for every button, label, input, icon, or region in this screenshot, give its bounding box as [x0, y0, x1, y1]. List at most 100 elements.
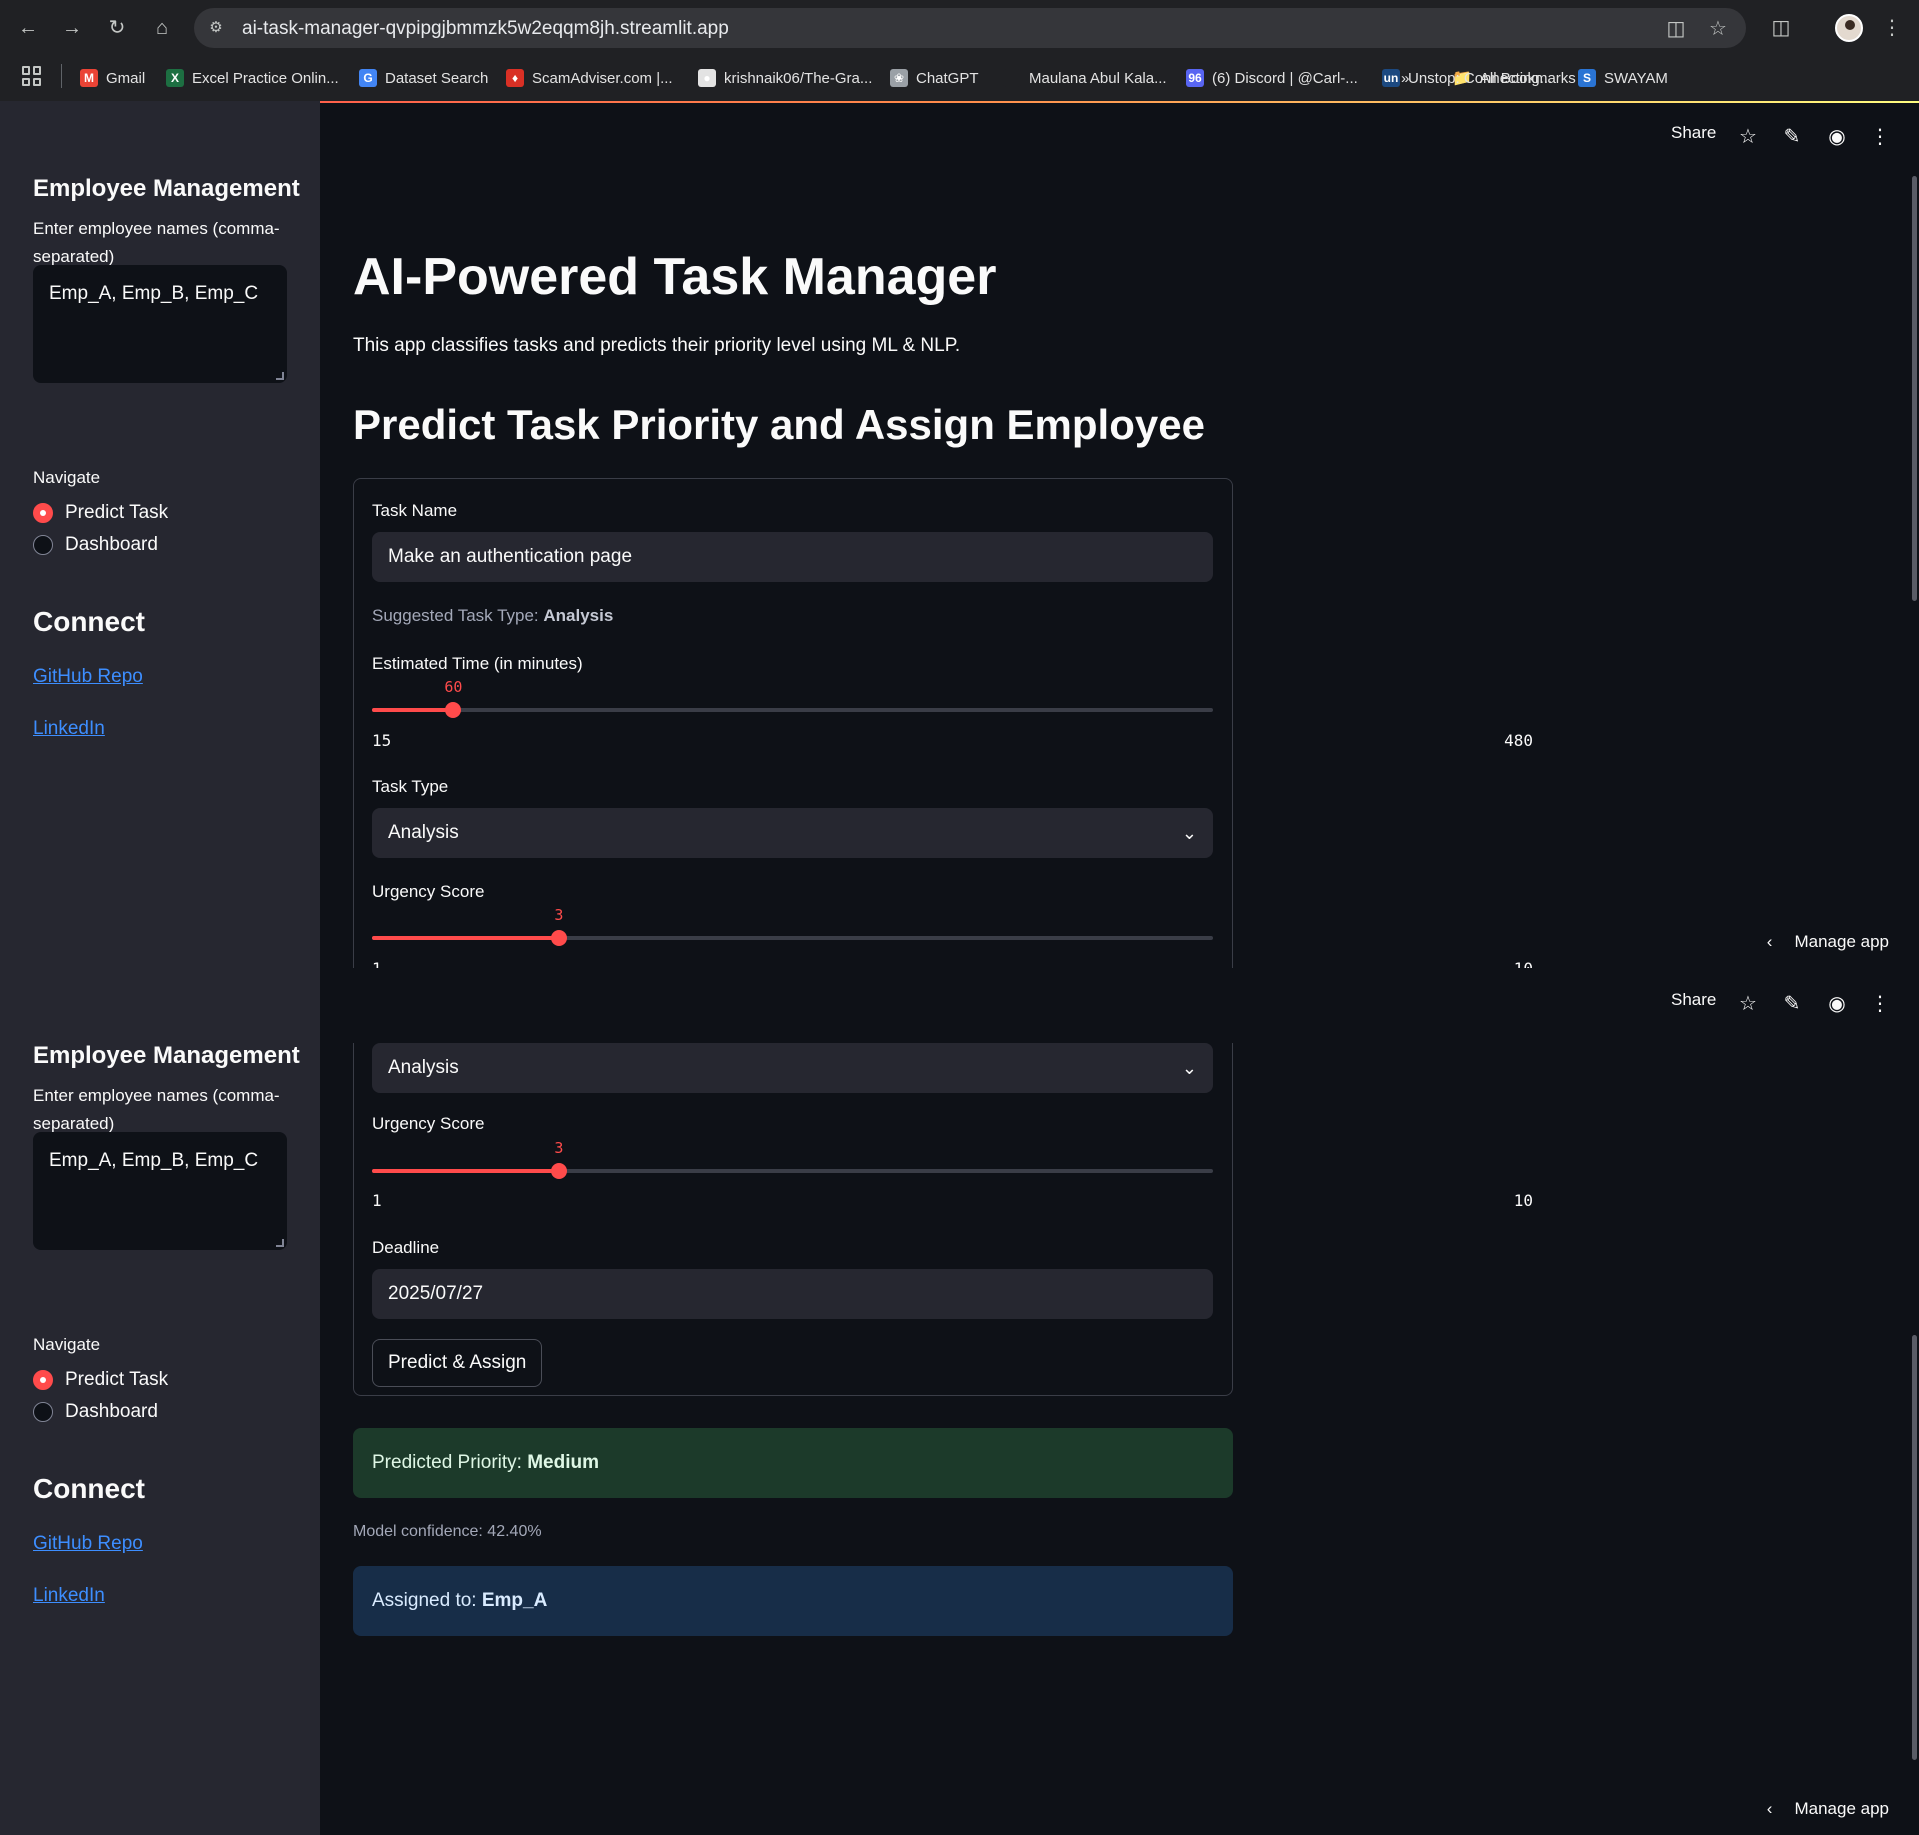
chevron-down-icon: ⌄ — [1181, 1058, 1197, 1078]
github-repo-link[interactable]: GitHub Repo — [33, 666, 143, 688]
manage-app-button[interactable]: ‹ Manage app — [1767, 1796, 1889, 1822]
bookmark-item[interactable]: ♦ ScamAdviser.com |... — [506, 67, 673, 89]
browser-toolbar: ← → ↻ ⌂ ⚙ ai-task-manager-qvpipgjbmmzk5w… — [0, 0, 1919, 56]
priority-alert: Predicted Priority: Medium — [353, 1428, 1233, 1498]
priority-value: Medium — [527, 1452, 600, 1473]
chevron-left-icon: ‹ — [1766, 1799, 1773, 1818]
navigate-label: Navigate — [33, 1335, 101, 1354]
bookmark-item[interactable]: M Gmail — [80, 67, 145, 89]
task-name-input[interactable]: Make an authentication page — [372, 532, 1213, 582]
nav-radio-dashboard[interactable]: Dashboard — [33, 532, 158, 558]
google-icon: G — [359, 69, 377, 87]
star-icon[interactable]: ☆ — [1734, 990, 1762, 1018]
task-type-label: Task Type — [372, 777, 449, 796]
page-title: AI-Powered Task Manager — [353, 248, 997, 306]
chatgpt-icon: ❀ — [890, 69, 908, 87]
reload-icon[interactable]: ↻ — [103, 14, 131, 42]
linkedin-link[interactable]: LinkedIn — [33, 1585, 105, 1607]
slider-value: 60 — [444, 678, 463, 696]
bookmark-star-icon[interactable]: ☆ — [1706, 17, 1730, 41]
bookmark-item[interactable]: un Unstop: Connecting... — [1382, 67, 1552, 89]
nav-option-label: Predict Task — [65, 1369, 169, 1390]
bookmark-item[interactable]: Maulana Abul Kala... — [1003, 67, 1167, 89]
bookmark-label: ScamAdviser.com |... — [532, 69, 673, 87]
share-button[interactable]: Share — [1671, 990, 1716, 1022]
manage-app-button[interactable]: ‹ Manage app — [1767, 929, 1889, 955]
task-name-label: Task Name — [372, 501, 458, 520]
task-type-select[interactable]: Analysis ⌄ — [372, 808, 1213, 858]
employees-textarea[interactable]: Emp_A, Emp_B, Emp_C — [33, 1132, 287, 1250]
est-time-slider[interactable]: 60 — [372, 678, 1213, 718]
task-type-value: Analysis — [388, 1057, 459, 1078]
site-icon — [1003, 69, 1021, 87]
home-icon[interactable]: ⌂ — [148, 14, 176, 42]
task-type-select[interactable]: Analysis ⌄ — [372, 1043, 1213, 1093]
bookmark-item[interactable]: G Dataset Search — [359, 67, 488, 89]
forward-icon[interactable]: → — [58, 14, 86, 42]
nav-option-label: Dashboard — [65, 1401, 158, 1422]
connect-heading: Connect — [33, 606, 145, 637]
discord-icon: 96 — [1186, 69, 1204, 87]
nav-radio-predict-task[interactable]: Predict Task — [33, 500, 168, 526]
nav-radio-dashboard[interactable]: Dashboard — [33, 1399, 158, 1425]
bookmark-item[interactable]: 96 (6) Discord | @Carl-... — [1186, 67, 1358, 89]
install-app-icon[interactable]: ◫ — [1664, 17, 1688, 41]
urgency-max: 10 — [1513, 1191, 1533, 1210]
github-repo-link[interactable]: GitHub Repo — [33, 1533, 143, 1555]
github-icon[interactable]: ◉ — [1823, 990, 1851, 1018]
bookmark-label: Gmail — [106, 69, 146, 87]
sidebar-heading: Employee Management — [33, 1042, 300, 1069]
radio-unselected-icon — [33, 1402, 53, 1422]
est-time-label: Estimated Time (in minutes) — [372, 654, 583, 673]
bookmark-item[interactable]: X Excel Practice Onlin... — [166, 67, 339, 89]
main-content: AI-Powered Task Manager This app classif… — [320, 101, 1919, 968]
slider-thumb[interactable] — [550, 1163, 567, 1179]
edit-icon[interactable]: ✎ — [1778, 990, 1806, 1018]
employees-textarea[interactable]: Emp_A, Emp_B, Emp_C — [33, 265, 287, 383]
employees-label: Enter employee names (comma-separated) — [33, 1086, 280, 1133]
chevron-left-icon: ‹ — [1766, 932, 1773, 951]
deadline-label: Deadline — [372, 1238, 440, 1257]
suggested-value: Analysis — [543, 606, 614, 625]
est-time-min: 15 — [372, 731, 392, 750]
site-info-icon[interactable]: ⚙ — [206, 18, 226, 38]
address-bar[interactable]: ⚙ ai-task-manager-qvpipgjbmmzk5w2eqqm8jh… — [194, 8, 1746, 48]
extensions-icon[interactable]: ◫ — [1767, 14, 1795, 42]
predict-assign-button[interactable]: Predict & Assign — [372, 1339, 543, 1387]
swayam-icon: S — [1578, 69, 1596, 87]
deadline-value: 2025/07/27 — [388, 1283, 484, 1304]
bookmark-label: ChatGPT — [916, 69, 979, 87]
bookmark-label: Maulana Abul Kala... — [1029, 69, 1167, 87]
resize-handle-icon[interactable] — [276, 1239, 284, 1247]
slider-value: 3 — [554, 906, 564, 924]
main-content: Analysis ⌄ Urgency Score 3 1 10 Deadline … — [320, 1043, 1919, 1835]
urgency-slider[interactable]: 3 — [372, 1139, 1213, 1179]
slider-fill — [372, 936, 559, 940]
shield-icon: ♦ — [506, 69, 524, 87]
profile-avatar[interactable] — [1835, 14, 1863, 42]
bookmark-item[interactable]: ❀ ChatGPT — [890, 67, 979, 89]
assigned-prefix: Assigned to: — [372, 1590, 482, 1611]
slider-value: 3 — [554, 1139, 564, 1157]
suggested-task-type: Suggested Task Type: Analysis — [372, 606, 613, 626]
linkedin-link[interactable]: LinkedIn — [33, 718, 105, 740]
slider-fill — [372, 1169, 559, 1173]
browser-menu-icon[interactable]: ⋮ — [1878, 14, 1906, 42]
urgency-label: Urgency Score — [372, 1114, 485, 1133]
bookmarks-bar: » 📁 All Bookmarks M Gmail X Excel Practice … — [0, 56, 1919, 100]
deadline-input[interactable]: 2025/07/27 — [372, 1269, 1213, 1319]
employees-value: Emp_A, Emp_B, Emp_C — [49, 1150, 259, 1171]
bookmark-item[interactable]: ● krishnaik06/The-Gra... — [698, 67, 872, 89]
nav-radio-predict-task[interactable]: Predict Task — [33, 1367, 168, 1393]
slider-thumb[interactable] — [550, 930, 567, 946]
priority-prefix: Predicted Priority: — [372, 1452, 528, 1473]
resize-handle-icon[interactable] — [276, 372, 284, 380]
bookmark-label: krishnaik06/The-Gra... — [724, 69, 873, 87]
bookmark-item[interactable]: S SWAYAM — [1578, 67, 1668, 89]
navigate-label: Navigate — [33, 468, 101, 487]
more-menu-icon[interactable]: ⋮ — [1866, 990, 1894, 1018]
urgency-slider[interactable]: 3 — [372, 906, 1213, 946]
manage-app-label: Manage app — [1794, 1799, 1889, 1818]
back-icon[interactable]: ← — [14, 14, 42, 42]
nav-option-label: Dashboard — [65, 534, 158, 555]
